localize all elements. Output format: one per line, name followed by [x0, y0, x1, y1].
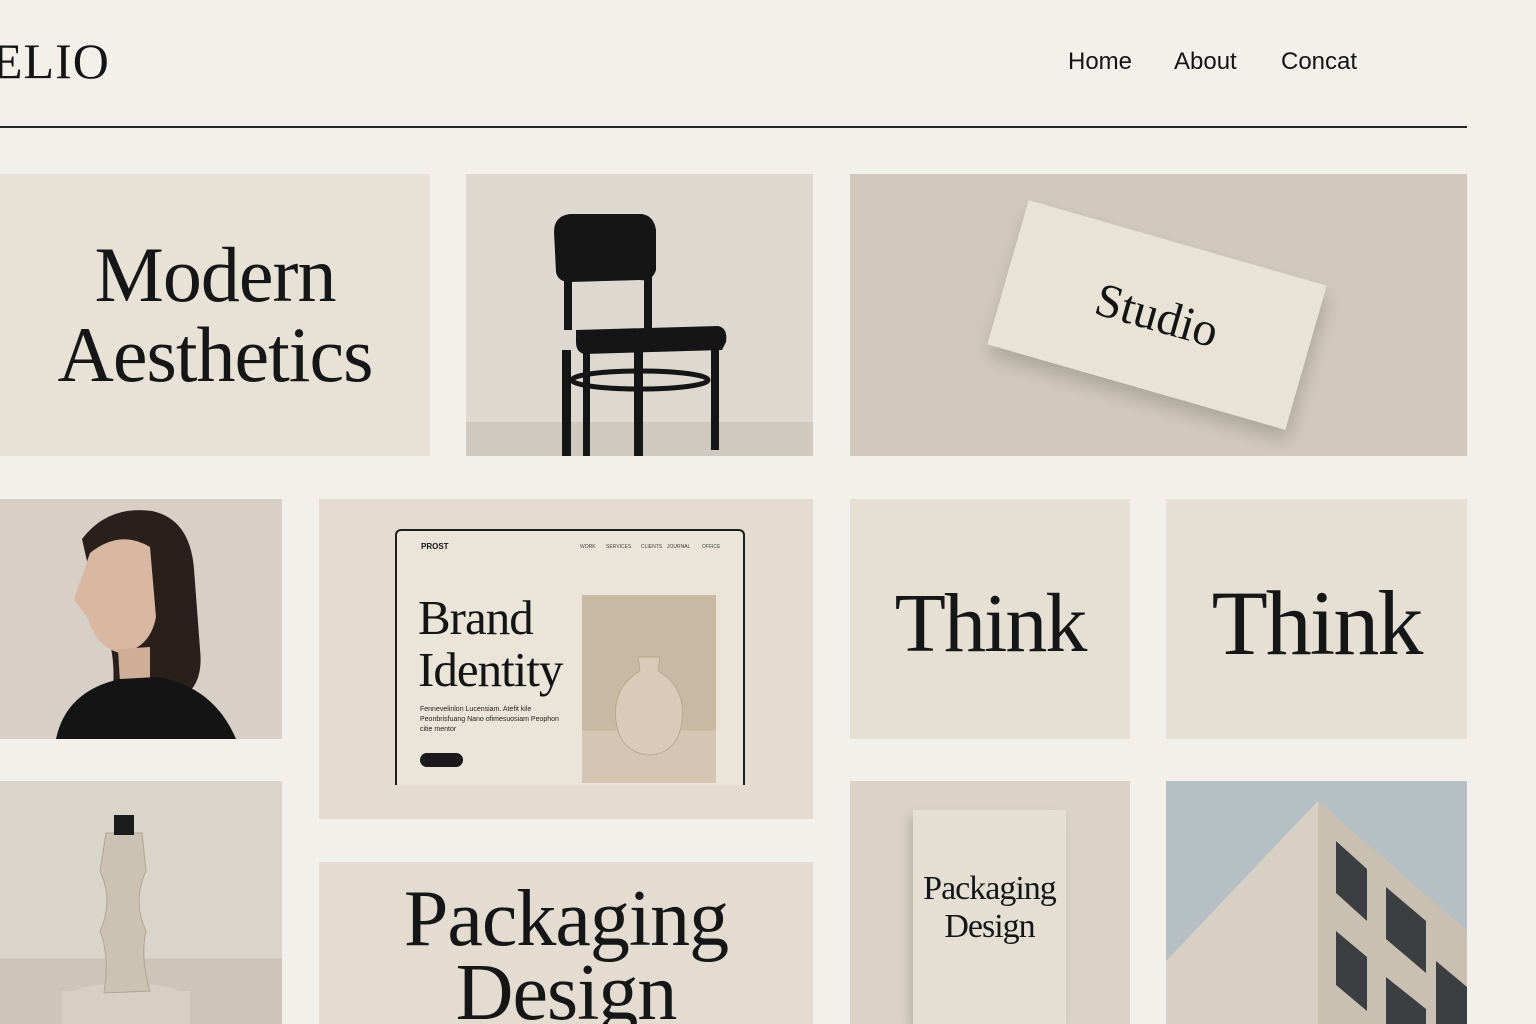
packaging-box: Packaging Design: [913, 810, 1066, 1024]
mockup-vase-image: [582, 595, 716, 783]
think-title: Think: [1211, 572, 1424, 674]
brand-logo[interactable]: ELIO: [0, 36, 110, 86]
mockup-nav-item: OFFICE: [702, 544, 721, 550]
tile-packaging-design[interactable]: Packaging Design: [319, 862, 813, 1024]
mockup-title-line: Brand: [418, 590, 534, 645]
tile-modern-aesthetics[interactable]: Modern Aesthetics: [0, 174, 430, 456]
mockup-nav-item: WORK: [580, 544, 596, 550]
packaging-box-line: Design: [944, 908, 1035, 945]
mockup-title-line: Identity: [418, 642, 563, 697]
tube-image: [62, 815, 190, 1024]
packaging-box-line: Packaging: [923, 870, 1057, 907]
mockup-nav-item: SERVICES: [606, 544, 632, 550]
tile-tube-photo[interactable]: [0, 781, 282, 1024]
mockup-logo: PROST: [421, 542, 449, 551]
packaging-title: Packaging Design: [319, 875, 813, 1024]
nav-home[interactable]: Home: [1068, 50, 1132, 74]
tile-architecture-photo[interactable]: [1166, 781, 1467, 1024]
packaging-title-line: Packaging: [403, 875, 729, 963]
nav-contact[interactable]: Concat: [1281, 50, 1357, 74]
vase-icon: [615, 656, 683, 756]
mockup-button: [420, 753, 463, 767]
tile-portrait-photo[interactable]: [0, 499, 282, 739]
mockup-nav-item: CLIENTS: [641, 544, 663, 550]
chair-image: [554, 214, 727, 456]
packaging-title-line: Design: [455, 949, 678, 1024]
portrait-image: [56, 510, 236, 739]
tile-think-1[interactable]: Think: [850, 499, 1130, 739]
tile-chair-photo[interactable]: [466, 174, 813, 456]
header-divider: [0, 126, 1467, 128]
building-image: [1166, 801, 1467, 1024]
tile-think-2[interactable]: Think: [1166, 499, 1467, 739]
mockup-nav-item: JOURNAL: [667, 544, 691, 550]
mockup-title: Brand Identity: [418, 590, 563, 697]
think-title: Think: [894, 576, 1088, 670]
packaging-box-label: Packaging Design: [913, 810, 1066, 946]
nav-about[interactable]: About: [1174, 50, 1237, 74]
modern-aesthetics-title: Modern Aesthetics: [57, 231, 374, 398]
mockup-body-text: Fennevelinlon Lucensiam. Atefit kile Peo…: [420, 706, 559, 733]
